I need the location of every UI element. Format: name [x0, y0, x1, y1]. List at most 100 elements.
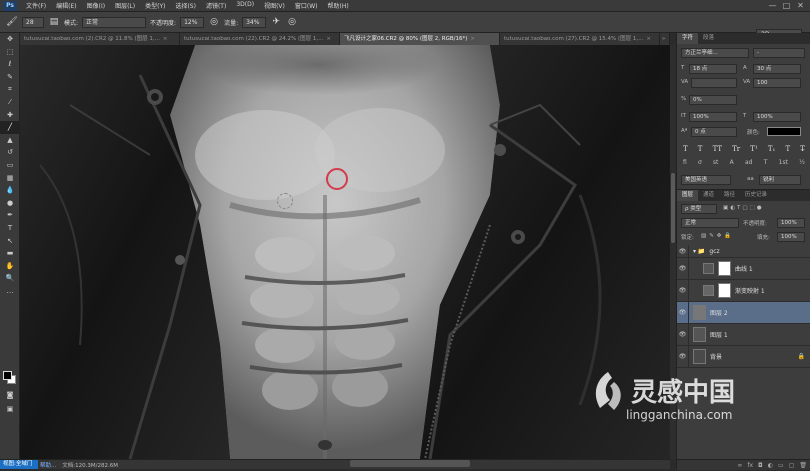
gradient-tool-icon[interactable]: ▦ — [0, 172, 20, 185]
zoom-tool-icon[interactable]: 🔍 — [0, 272, 20, 285]
close-icon[interactable]: × — [470, 36, 475, 42]
brush-preset-picker[interactable]: 28 — [22, 16, 44, 28]
path-select-tool-icon[interactable]: ↖ — [0, 235, 20, 248]
antialias-select[interactable]: 锐利 — [759, 175, 801, 185]
type-format-button-1[interactable]: T — [698, 145, 703, 153]
mode-select[interactable]: 正常 — [82, 16, 147, 28]
horizontal-scale-input[interactable]: 100% — [753, 112, 801, 122]
type-format-button-0[interactable]: T — [683, 145, 688, 153]
marquee-tool-icon[interactable]: ⬚ — [0, 46, 20, 59]
menu-item-9[interactable]: 窗口(W) — [290, 1, 323, 10]
menu-item-8[interactable]: 视图(V) — [259, 1, 290, 10]
layer-row-group[interactable]: 👁 ▾ 📁 gcz — [677, 244, 810, 258]
close-icon[interactable]: × — [326, 36, 331, 42]
blur-tool-icon[interactable]: 💧 — [0, 184, 20, 197]
type-tool-icon[interactable]: T — [0, 222, 20, 235]
layer-row-image[interactable]: 👁 图层 1 — [677, 323, 810, 346]
eraser-tool-icon[interactable]: ▭ — [0, 159, 20, 172]
pressure-opacity-icon[interactable]: ◎ — [208, 16, 220, 28]
minimize-button[interactable]: — — [768, 1, 777, 10]
pressure-size-icon[interactable]: ◎ — [286, 16, 298, 28]
type-format-button-2[interactable]: TT — [713, 145, 722, 153]
tab-overflow-icon[interactable]: » — [660, 33, 670, 45]
layer-row-gradient-map[interactable]: 👁 渐变映射 1 — [677, 279, 810, 302]
brush-tool-icon[interactable]: ╱ — [0, 121, 20, 134]
eye-icon[interactable]: 👁 — [677, 345, 689, 368]
brush-tool-icon[interactable]: 🖌 — [6, 16, 18, 28]
leading-input[interactable]: 30 点 — [753, 64, 801, 74]
blend-mode-select[interactable]: 正常 — [681, 218, 739, 228]
flow-input[interactable]: 34% — [242, 16, 267, 28]
menu-item-7[interactable]: 3D(D) — [231, 1, 259, 10]
menu-item-5[interactable]: 选择(S) — [170, 1, 201, 10]
scale-input[interactable]: 0% — [689, 95, 737, 105]
kerning-input[interactable] — [691, 78, 737, 88]
menu-item-10[interactable]: 帮助(H) — [323, 1, 354, 10]
healing-tool-icon[interactable]: ✚ — [0, 109, 20, 122]
opentype-button-4[interactable]: ad — [745, 159, 753, 166]
close-icon[interactable]: × — [646, 36, 651, 42]
menu-item-1[interactable]: 编辑(E) — [51, 1, 81, 10]
opentype-button-5[interactable]: T — [764, 159, 768, 166]
text-color-swatch[interactable] — [767, 127, 801, 136]
eyedropper-tool-icon[interactable]: ⁄ — [0, 96, 20, 109]
tab-character[interactable]: 字符 — [677, 33, 699, 44]
type-format-button-6[interactable]: T — [785, 145, 790, 153]
type-format-button-5[interactable]: T₁ — [768, 145, 775, 153]
tab-paths[interactable]: 路径 — [719, 190, 740, 201]
tab-channels[interactable]: 通道 — [698, 190, 719, 201]
menu-item-0[interactable]: 文件(F) — [21, 1, 51, 10]
screen-mode-icon[interactable]: ▣ — [0, 403, 20, 416]
tab-document-1[interactable]: tutusucai.taobao.com (2).CR2 @ 11.8% (图层… — [20, 33, 180, 45]
dodge-tool-icon[interactable]: ● — [0, 197, 20, 210]
eye-icon[interactable]: 👁 — [677, 257, 689, 280]
type-format-button-3[interactable]: Tr — [732, 145, 740, 153]
help-link[interactable]: 帮助... — [40, 461, 56, 469]
hand-tool-icon[interactable]: ✋ — [0, 260, 20, 273]
opentype-button-0[interactable]: fi — [683, 159, 687, 166]
brush-panel-icon[interactable]: ▤ — [48, 16, 60, 28]
opentype-button-6[interactable]: 1st — [779, 159, 788, 166]
filter-icons[interactable]: ▣◐T▢⬚● — [723, 205, 764, 211]
tab-document-4[interactable]: tutusucai.taobao.com (27).CR2 @ 15.4% (图… — [500, 33, 660, 45]
type-format-button-7[interactable]: T̶ — [800, 145, 805, 153]
layer-opacity-input[interactable]: 100% — [777, 218, 805, 228]
lasso-tool-icon[interactable]: ℓ — [0, 58, 20, 71]
horizontal-scrollbar[interactable] — [350, 460, 470, 467]
eye-icon[interactable]: 👁 — [677, 301, 689, 324]
font-style-select[interactable]: - — [753, 48, 805, 58]
edit-toolbar-icon[interactable]: … — [0, 285, 20, 298]
tracking-input[interactable]: 100 — [753, 78, 801, 88]
foreground-color-swatch[interactable] — [3, 371, 12, 380]
tab-paragraph[interactable]: 段落 — [698, 33, 719, 44]
quick-select-tool-icon[interactable]: ✎ — [0, 71, 20, 84]
type-format-button-4[interactable]: T¹ — [750, 145, 757, 153]
vertical-scale-input[interactable]: 100% — [689, 112, 737, 122]
opentype-button-3[interactable]: A — [730, 159, 734, 166]
pen-tool-icon[interactable]: ✒ — [0, 209, 20, 222]
lock-icons[interactable]: ▨✎✥🔒 — [701, 233, 734, 239]
tab-document-active[interactable]: 飞凡设计之家06.CR2 @ 80% (图层 2, RGB/16*) × — [340, 33, 500, 45]
tab-history[interactable]: 历史记录 — [740, 190, 772, 201]
layer-row-background[interactable]: 👁 背景 🔒 — [677, 345, 810, 368]
airbrush-icon[interactable]: ✈ — [270, 16, 282, 28]
layer-filter-select[interactable]: ρ 类型 — [681, 204, 717, 214]
opentype-button-1[interactable]: ơ — [698, 159, 702, 166]
tab-document-2[interactable]: tutusucai.taobao.com (22).CR2 @ 24.2% (图… — [180, 33, 340, 45]
layer-row-selected[interactable]: 👁 图层 2 — [677, 301, 810, 324]
menu-item-6[interactable]: 滤镜(T) — [201, 1, 231, 10]
eye-icon[interactable]: 👁 — [677, 244, 689, 258]
menu-item-3[interactable]: 图层(L) — [110, 1, 140, 10]
opentype-button-7[interactable]: ½ — [799, 159, 805, 166]
menu-item-2[interactable]: 图像(I) — [82, 1, 110, 10]
font-family-select[interactable]: 方正兰亭细... — [681, 48, 749, 58]
layer-row-curves[interactable]: 👁 曲线 1 — [677, 257, 810, 280]
menu-item-4[interactable]: 类型(Y) — [140, 1, 170, 10]
eye-icon[interactable]: 👁 — [677, 323, 689, 346]
tab-layers[interactable]: 图层 — [677, 190, 699, 201]
fill-input[interactable]: 100% — [777, 232, 805, 242]
font-size-input[interactable]: 18 点 — [689, 64, 737, 74]
crop-tool-icon[interactable]: ⌗ — [0, 83, 20, 96]
baseline-input[interactable]: 0 点 — [691, 127, 737, 137]
opacity-input[interactable]: 12% — [180, 16, 205, 28]
